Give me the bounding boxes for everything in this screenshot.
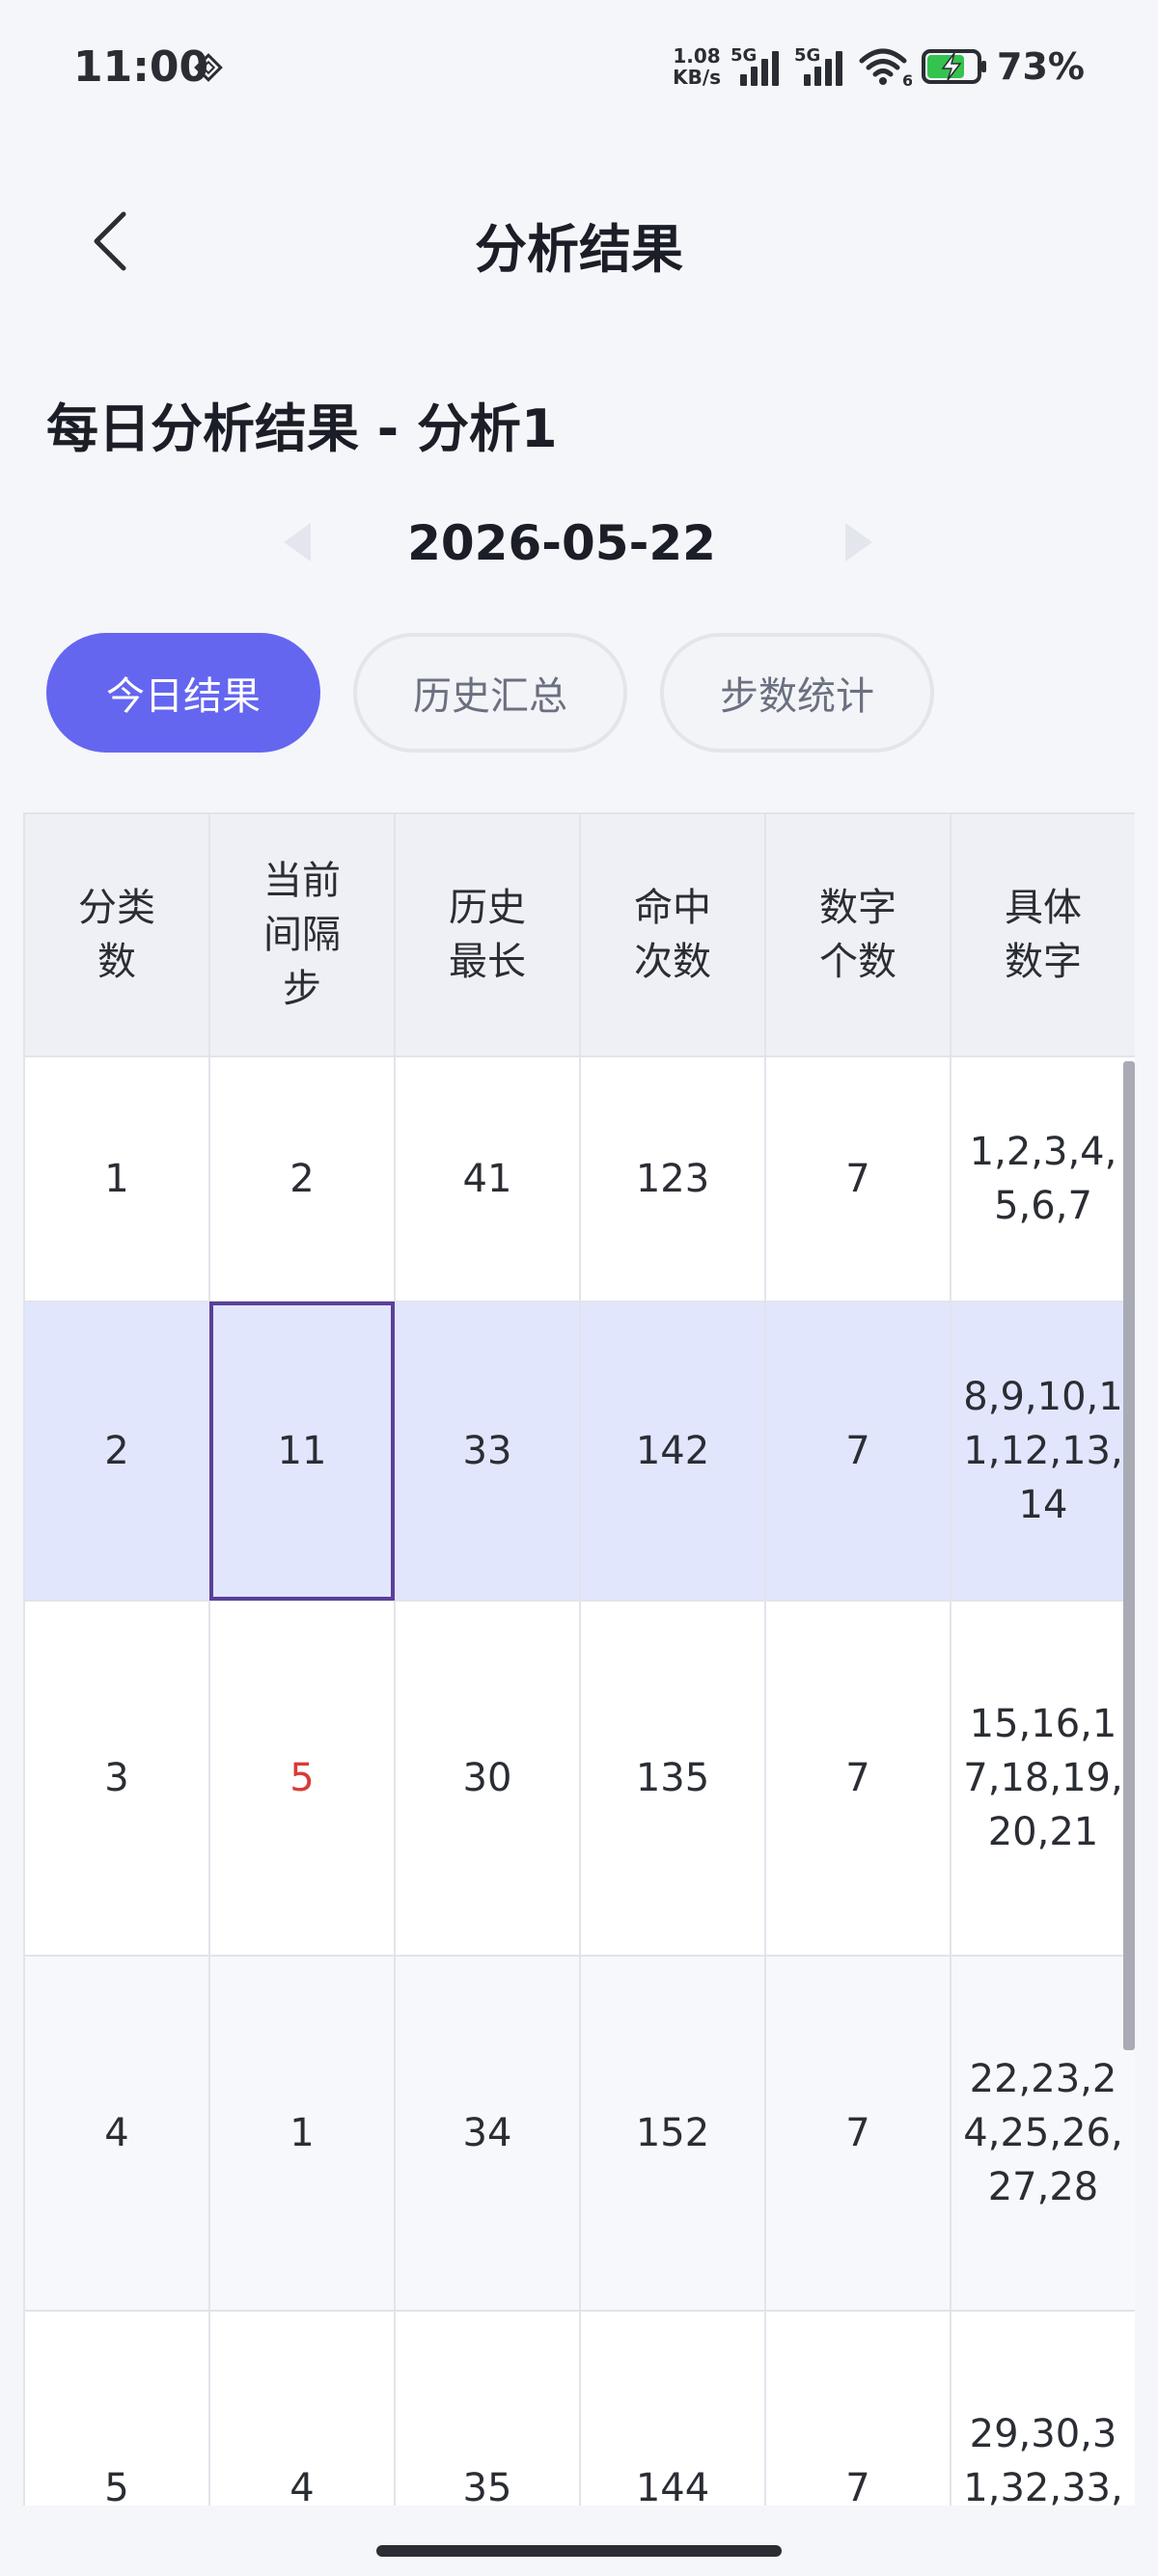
sim2-label: 5G [794, 45, 821, 66]
cell-numbers: 8,9,10,11,12,13,14 [950, 1301, 1135, 1602]
network-speed-value: 1.08 [673, 44, 721, 68]
cell-hits: 152 [579, 1955, 766, 2312]
cell-category: 5 [23, 2310, 210, 2506]
tab-history-summary[interactable]: 历史汇总 [353, 633, 627, 753]
battery-percent: 73% [997, 45, 1085, 88]
cell-count: 7 [764, 2310, 951, 2506]
table-row[interactable]: 4 1 34 152 7 22,23,24,25,26,27,28 [23, 1955, 1135, 2312]
tab-today-results[interactable]: 今日结果 [46, 633, 320, 753]
status-time: 11:00 [73, 42, 209, 92]
table-scrollbar[interactable] [1123, 1061, 1135, 2050]
status-bar: 11:00 1.08 KB/s 5G 5G 6 73% [0, 0, 1158, 135]
sim2-signal-icon: 5G [794, 45, 848, 86]
cell-category: 1 [23, 1055, 210, 1302]
sim1-label: 5G [731, 45, 758, 66]
results-table: 分类数 当前 间隔步 历史 最长 命中 次数 数字 个数 具体 数字 1 2 41 123… [23, 812, 1135, 2506]
cell-longest: 30 [394, 1600, 581, 1957]
cell-count: 7 [764, 1055, 951, 1302]
home-indicator[interactable] [376, 2545, 782, 2557]
header-historical-longest: 历史 最长 [394, 812, 581, 1057]
results-table-container[interactable]: 分类数 当前 间隔步 历史 最长 命中 次数 数字 个数 具体 数字 1 2 41 123… [23, 812, 1135, 2506]
header-category: 分类数 [23, 812, 210, 1057]
network-speed: 1.08 KB/s [673, 45, 721, 88]
table-row[interactable]: 2 11 33 142 7 8,9,10,11,12,13,14 [23, 1301, 1135, 1602]
cell-numbers: 29,30,31,32,33,34,35 [950, 2310, 1135, 2506]
tab-bar: 今日结果 历史汇总 步数统计 [46, 633, 934, 753]
wifi-icon: 6 [859, 48, 912, 88]
cell-count: 7 [764, 1301, 951, 1602]
current-date: 2026-05-22 [407, 515, 716, 571]
cell-longest: 34 [394, 1955, 581, 2312]
header-specific-numbers: 具体 数字 [950, 812, 1135, 1057]
header-number-count: 数字 个数 [764, 812, 951, 1057]
next-date-button[interactable] [841, 521, 876, 567]
battery-charging-icon [922, 49, 987, 84]
cell-count: 7 [764, 1600, 951, 1957]
cell-category: 2 [23, 1301, 210, 1602]
network-speed-unit: KB/s [673, 66, 722, 89]
page-title: 分析结果 [475, 219, 683, 280]
table-row[interactable]: 1 2 41 123 7 1,2,3,4,5,6,7 [23, 1055, 1135, 1302]
cell-hits: 142 [579, 1301, 766, 1602]
cell-category: 4 [23, 1955, 210, 2312]
cell-count: 7 [764, 1955, 951, 2312]
cell-longest: 33 [394, 1301, 581, 1602]
notification-diamond-icon [194, 53, 223, 82]
section-title: 每日分析结果 - 分析1 [46, 398, 558, 459]
cell-numbers: 22,23,24,25,26,27,28 [950, 1955, 1135, 2312]
sim1-signal-icon: 5G [731, 45, 785, 86]
status-indicators: 1.08 KB/s 5G 5G 6 73% [673, 42, 1085, 91]
tab-step-statistics[interactable]: 步数统计 [660, 633, 934, 753]
cell-numbers: 15,16,17,18,19,20,21 [950, 1600, 1135, 1957]
cell-interval[interactable]: 2 [208, 1055, 396, 1302]
wifi-badge: 6 [902, 71, 912, 88]
header-current-interval: 当前 间隔步 [208, 812, 396, 1057]
cell-interval[interactable]: 1 [208, 1955, 396, 2312]
cell-interval[interactable]: 4 [208, 2310, 396, 2506]
cell-interval-selected[interactable]: 11 [208, 1301, 396, 1602]
cell-longest: 41 [394, 1055, 581, 1302]
table-header-row: 分类数 当前 间隔步 历史 最长 命中 次数 数字 个数 具体 数字 [23, 812, 1135, 1057]
cell-category: 3 [23, 1600, 210, 1957]
triangle-right-icon [845, 523, 872, 562]
table-row[interactable]: 5 4 35 144 7 29,30,31,32,33,34,35 [23, 2310, 1135, 2506]
cell-hits: 135 [579, 1600, 766, 1957]
cell-interval[interactable]: 5 [208, 1600, 396, 1957]
header-hit-count: 命中 次数 [579, 812, 766, 1057]
cell-hits: 123 [579, 1055, 766, 1302]
cell-numbers: 1,2,3,4,5,6,7 [950, 1055, 1135, 1302]
cell-longest: 35 [394, 2310, 581, 2506]
table-row[interactable]: 3 5 30 135 7 15,16,17,18,19,20,21 [23, 1600, 1135, 1957]
cell-hits: 144 [579, 2310, 766, 2506]
